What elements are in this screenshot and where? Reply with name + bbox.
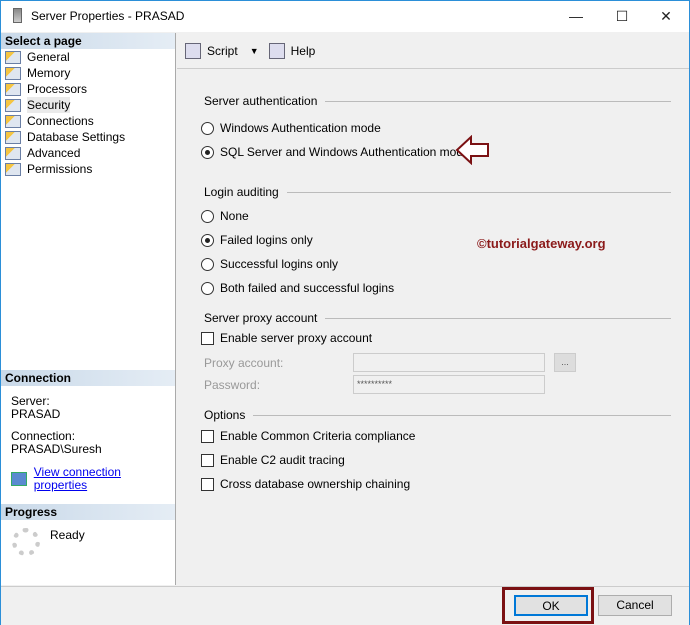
group-title: Server authentication <box>204 94 318 108</box>
server-properties-window: Server Properties - PRASAD — ☐ ✕ Select … <box>0 0 690 625</box>
proxy-browse-button[interactable]: ... <box>554 353 576 372</box>
page-icon <box>5 98 21 112</box>
cancel-button[interactable]: Cancel <box>598 595 672 616</box>
windows-auth-radio[interactable]: Windows Authentication mode <box>201 121 381 135</box>
sidebar-item-memory[interactable]: Memory <box>1 65 175 81</box>
progress-header: Progress <box>1 504 175 520</box>
proxy-account-label: Proxy account: <box>204 356 284 370</box>
button-bar: OK Cancel <box>1 586 689 625</box>
password-label: Password: <box>204 378 261 392</box>
proxy-account-input[interactable] <box>353 353 545 372</box>
left-pane: Select a page General Memory Processors Sec… <box>1 33 176 585</box>
checkbox-label: Enable Common Criteria compliance <box>220 429 416 443</box>
options-group: Options <box>204 408 671 422</box>
sidebar-item-label: Processors <box>27 82 88 96</box>
connection-properties-icon <box>11 472 27 486</box>
arrow-annotation-icon <box>455 135 489 165</box>
sidebar-item-label: Connections <box>27 114 94 128</box>
sidebar-item-label: Advanced <box>27 146 81 160</box>
page-icon <box>5 162 21 176</box>
group-title: Server proxy account <box>204 311 318 325</box>
checkbox-label: Cross database ownership chaining <box>220 477 411 491</box>
security-page: Script ▼ Help Server authentication Wind… <box>177 33 689 585</box>
sql-windows-auth-radio[interactable]: SQL Server and Windows Authentication mo… <box>201 145 470 159</box>
server-value: PRASAD <box>11 407 61 421</box>
sidebar-item-permissions[interactable]: Permissions <box>1 161 175 177</box>
progress-spinner-icon <box>12 528 40 556</box>
toolbar: Script ▼ Help <box>177 33 689 69</box>
server-proxy-group: Server proxy account <box>204 311 671 325</box>
radio-label: Successful logins only <box>220 257 339 271</box>
watermark: ©tutorialgateway.org <box>477 236 606 251</box>
page-icon <box>5 50 21 64</box>
radio-label: SQL Server and Windows Authentication mo… <box>220 145 470 159</box>
connection-header: Connection <box>1 370 175 386</box>
sidebar-item-database-settings[interactable]: Database Settings <box>1 129 175 145</box>
radio-label: Both failed and successful logins <box>220 281 395 295</box>
view-connection-properties-link[interactable]: View connection properties <box>34 466 175 492</box>
server-authentication-group: Server authentication <box>204 94 671 108</box>
script-icon <box>185 42 201 59</box>
radio-label: Windows Authentication mode <box>220 121 381 135</box>
sidebar-item-label: Permissions <box>27 162 93 176</box>
group-title: Login auditing <box>204 185 279 199</box>
window-title: Server Properties - PRASAD <box>31 9 185 23</box>
sidebar-item-advanced[interactable]: Advanced <box>1 145 175 161</box>
sidebar-item-label: Memory <box>27 66 71 80</box>
audit-successful-radio[interactable]: Successful logins only <box>201 257 338 271</box>
close-button[interactable]: ✕ <box>643 1 689 32</box>
audit-none-radio[interactable]: None <box>201 209 249 223</box>
audit-both-radio[interactable]: Both failed and successful logins <box>201 281 394 295</box>
sidebar-item-processors[interactable]: Processors <box>1 81 175 97</box>
sidebar-item-label: Security <box>27 97 71 113</box>
select-page-header: Select a page <box>1 33 175 49</box>
group-title: Options <box>204 408 246 422</box>
script-button[interactable]: Script <box>207 44 238 58</box>
page-icon <box>5 146 21 160</box>
common-criteria-checkbox[interactable]: Enable Common Criteria compliance <box>201 429 415 443</box>
help-icon <box>268 42 285 59</box>
login-auditing-group: Login auditing <box>204 185 671 199</box>
script-dropdown-icon[interactable]: ▼ <box>250 46 259 56</box>
sidebar-item-general[interactable]: General <box>1 49 175 65</box>
page-icon <box>5 130 21 144</box>
sidebar-item-label: General <box>27 50 70 64</box>
minimize-button[interactable]: — <box>553 1 599 32</box>
radio-label: Failed logins only <box>220 233 313 247</box>
c2-audit-checkbox[interactable]: Enable C2 audit tracing <box>201 453 345 467</box>
enable-proxy-checkbox[interactable]: Enable server proxy account <box>201 331 372 345</box>
help-button[interactable]: Help <box>291 44 316 58</box>
page-icon <box>5 66 21 80</box>
server-icon <box>13 8 22 23</box>
audit-failed-radio[interactable]: Failed logins only <box>201 233 313 247</box>
progress-status: Ready <box>50 528 85 542</box>
radio-label: None <box>220 209 249 223</box>
page-icon <box>5 82 21 96</box>
sidebar-item-security[interactable]: Security <box>1 97 175 113</box>
sidebar-item-label: Database Settings <box>27 130 126 144</box>
checkbox-label: Enable C2 audit tracing <box>220 453 345 467</box>
ok-button[interactable]: OK <box>514 595 588 616</box>
cross-db-chaining-checkbox[interactable]: Cross database ownership chaining <box>201 477 410 491</box>
maximize-button[interactable]: ☐ <box>599 1 645 32</box>
checkbox-label: Enable server proxy account <box>220 331 373 345</box>
title-bar: Server Properties - PRASAD — ☐ ✕ <box>1 1 689 32</box>
connection-value: PRASAD\Suresh <box>11 442 102 456</box>
sidebar-item-connections[interactable]: Connections <box>1 113 175 129</box>
password-input[interactable]: ********** <box>353 375 545 394</box>
page-icon <box>5 114 21 128</box>
